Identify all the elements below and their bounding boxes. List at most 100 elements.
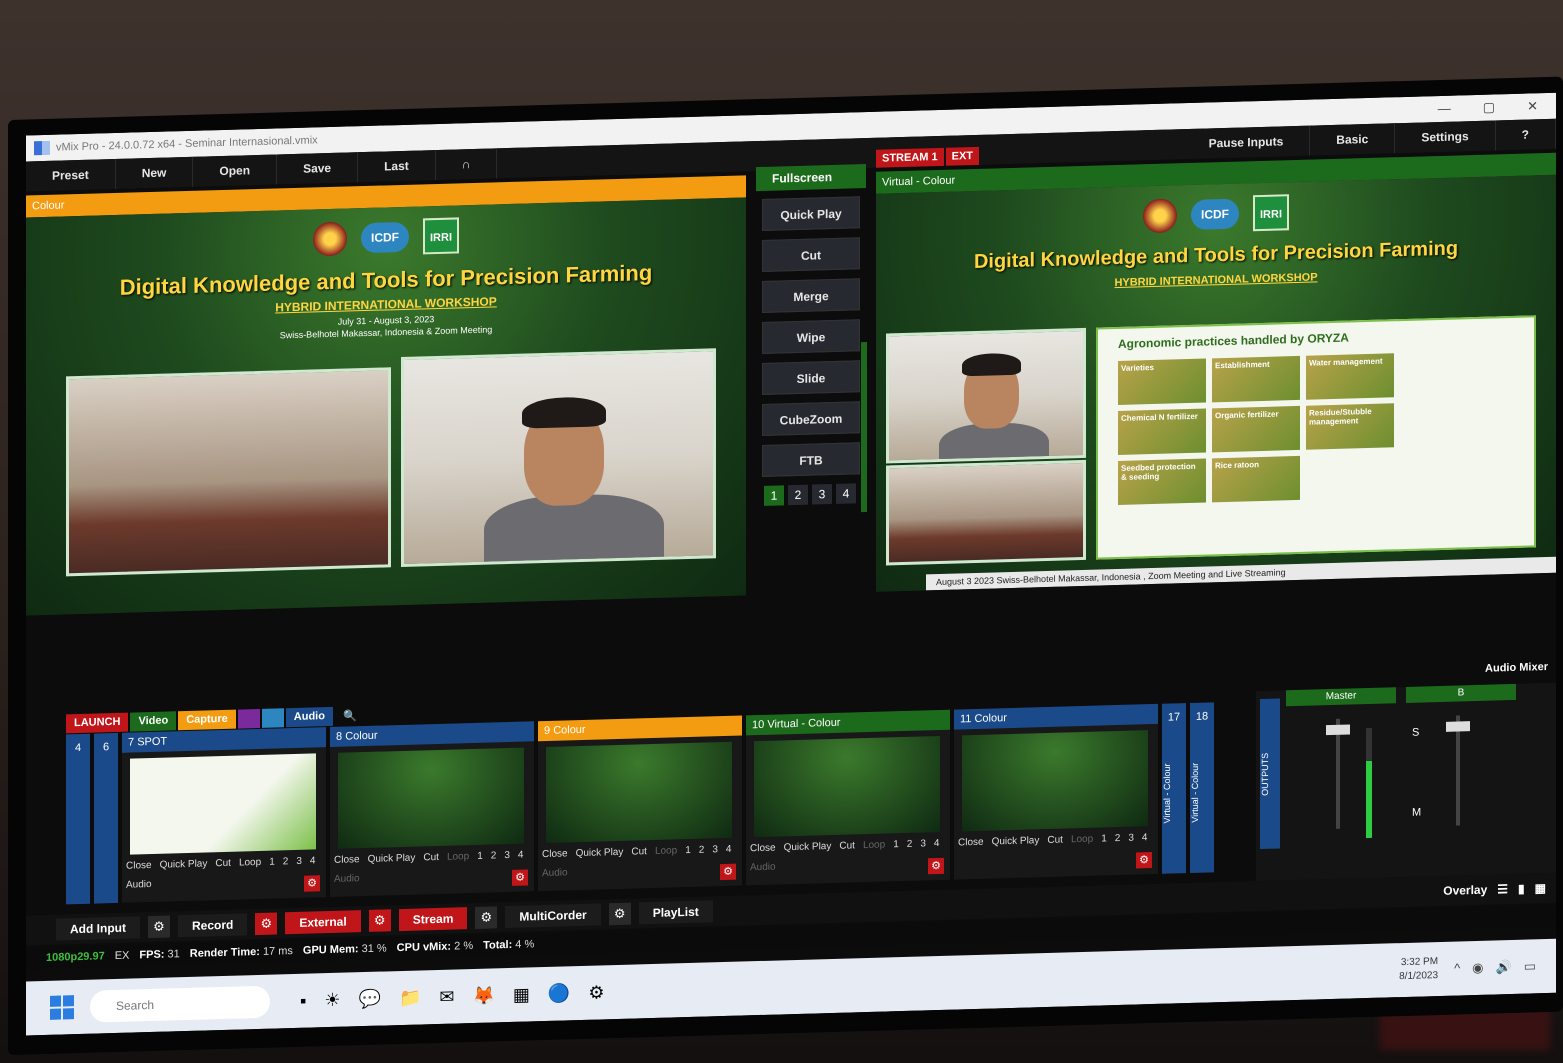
quick-play-button[interactable]: Quick Play — [160, 858, 208, 870]
help-button[interactable]: ? — [1495, 118, 1556, 151]
fullscreen-button[interactable]: Fullscreen — [756, 164, 866, 192]
input-tile[interactable]: 11 Colour Close Quick Play Cut Loop 1 2 … — [954, 703, 1158, 880]
master-fader[interactable] — [1326, 718, 1350, 829]
record-button[interactable]: Record — [177, 913, 248, 938]
audio-button[interactable]: Audio — [126, 879, 152, 891]
transition-1[interactable]: 1 — [764, 485, 784, 506]
overlay-1[interactable]: 1 — [1101, 833, 1107, 844]
input-18-column[interactable]: 18 Virtual - Colour — [1190, 702, 1214, 873]
gear-icon[interactable]: ⚙ — [304, 875, 320, 892]
windows-start-icon[interactable] — [50, 995, 74, 1020]
network-icon[interactable]: ◉ — [1472, 960, 1483, 976]
close-button[interactable]: Close — [334, 854, 360, 866]
overlay-2[interactable]: 2 — [1115, 833, 1121, 844]
firefox-icon[interactable]: 🦊 — [472, 985, 494, 1007]
cut-button[interactable]: Cut — [839, 840, 855, 851]
input-6-column[interactable]: 6 — [94, 732, 118, 904]
loop-button[interactable]: Loop — [447, 851, 469, 863]
wipe-button[interactable]: Wipe — [762, 319, 860, 354]
task-view-icon[interactable]: ▪ — [300, 990, 306, 1011]
overlay-4[interactable]: 4 — [1142, 832, 1148, 843]
pause-inputs-button[interactable]: Pause Inputs — [1182, 125, 1311, 160]
close-button[interactable]: ✕ — [1527, 98, 1538, 114]
battery-icon[interactable]: ▭ — [1524, 958, 1536, 974]
gear-icon[interactable]: ⚙ — [147, 915, 170, 939]
tab-video[interactable]: Video — [130, 711, 177, 732]
cut-button[interactable]: Cut — [215, 858, 231, 869]
tab-launch[interactable]: LAUNCH — [66, 712, 129, 734]
grid-icon[interactable]: ▦ — [1535, 881, 1546, 895]
overlay-3[interactable]: 3 — [712, 844, 718, 855]
audio-mixer-label[interactable]: Audio Mixer — [1485, 661, 1548, 675]
widgets-icon[interactable]: ☀ — [324, 989, 340, 1010]
solo-button[interactable]: S — [1412, 727, 1419, 739]
basic-button[interactable]: Basic — [1310, 123, 1396, 156]
add-input-button[interactable]: Add Input — [56, 916, 140, 941]
mail-icon[interactable]: ✉ — [439, 986, 454, 1007]
overlay-button[interactable]: Overlay — [1443, 883, 1487, 898]
overlay-3[interactable]: 3 — [504, 850, 510, 861]
loop-button[interactable]: Loop — [239, 857, 261, 869]
headphones-icon[interactable]: ∩ — [435, 148, 498, 181]
preview-pane[interactable]: Colour ICDF IRRI Digital Knowledge and T… — [26, 175, 746, 616]
overlay-4[interactable]: 4 — [934, 838, 940, 849]
merge-button[interactable]: Merge — [762, 278, 860, 313]
gear-icon[interactable]: ⚙ — [255, 912, 278, 936]
cut-button[interactable]: Cut — [423, 852, 439, 863]
maximize-button[interactable]: ▢ — [1483, 99, 1495, 115]
quick-play-button[interactable]: Quick Play — [992, 835, 1040, 847]
gear-icon[interactable]: ⚙ — [608, 902, 631, 926]
cubezoom-button[interactable]: CubeZoom — [762, 401, 860, 436]
tab-audio[interactable]: Audio — [285, 706, 333, 728]
close-button[interactable]: Close — [750, 843, 776, 855]
fader-knob[interactable] — [1326, 724, 1350, 736]
zoom-icon[interactable]: 🔵 — [548, 983, 570, 1005]
quick-play-button[interactable]: Quick Play — [368, 853, 416, 865]
audio-button[interactable]: Audio — [334, 873, 360, 885]
stream-1-indicator[interactable]: STREAM 1 — [876, 147, 944, 168]
file-explorer-icon[interactable]: 📁 — [399, 987, 421, 1009]
bus-b-fader[interactable] — [1446, 715, 1470, 826]
open-button[interactable]: Open — [193, 154, 278, 187]
minimize-button[interactable]: — — [1438, 101, 1451, 117]
loop-button[interactable]: Loop — [655, 845, 677, 857]
cut-button[interactable]: Cut — [762, 237, 860, 272]
overlay-2[interactable]: 2 — [907, 839, 913, 850]
bars-icon[interactable]: ▮ — [1518, 882, 1525, 896]
multicorder-button[interactable]: MultiCorder — [505, 903, 601, 929]
overlay-2[interactable]: 2 — [491, 850, 497, 861]
overlay-4[interactable]: 4 — [310, 855, 316, 866]
save-button[interactable]: Save — [277, 152, 359, 185]
mute-button[interactable]: M — [1412, 807, 1421, 819]
close-button[interactable]: Close — [126, 860, 152, 872]
ftb-button[interactable]: FTB — [762, 442, 860, 477]
overlay-4[interactable]: 4 — [518, 850, 524, 861]
preset-button[interactable]: Preset — [26, 158, 116, 192]
cut-button[interactable]: Cut — [631, 846, 647, 857]
transition-4[interactable]: 4 — [836, 483, 856, 504]
gear-icon[interactable]: ⚙ — [475, 906, 498, 929]
transition-3[interactable]: 3 — [812, 483, 832, 505]
overlay-1[interactable]: 1 — [893, 839, 899, 850]
loop-button[interactable]: Loop — [863, 839, 885, 851]
gear-icon[interactable]: ⚙ — [928, 857, 944, 875]
store-icon[interactable]: ▦ — [513, 984, 530, 1005]
overlay-1[interactable]: 1 — [477, 851, 483, 862]
search-icon[interactable]: 🔍 — [335, 706, 365, 726]
taskbar-search-input[interactable]: Search — [90, 985, 270, 1023]
overlay-3[interactable]: 3 — [920, 838, 926, 849]
audio-button[interactable]: Audio — [542, 867, 568, 879]
list-icon[interactable]: ☰ — [1497, 882, 1508, 896]
transition-2[interactable]: 2 — [788, 484, 808, 506]
audio-button[interactable]: Audio — [750, 862, 776, 874]
outputs-button[interactable]: OUTPUTS — [1260, 698, 1280, 850]
external-button[interactable]: External — [285, 910, 361, 935]
gear-icon[interactable]: ⚙ — [720, 863, 736, 881]
t-bar-slider[interactable] — [861, 342, 867, 513]
stream-button[interactable]: Stream — [398, 907, 468, 932]
overlay-3[interactable]: 3 — [296, 856, 302, 867]
input-tile[interactable]: 8 Colour Close Quick Play Cut Loop 1 2 3… — [330, 721, 534, 898]
last-button[interactable]: Last — [358, 150, 436, 183]
program-pane[interactable]: Virtual - Colour ICDF IRRI Digital Knowl… — [876, 152, 1556, 592]
overlay-2[interactable]: 2 — [283, 856, 289, 867]
